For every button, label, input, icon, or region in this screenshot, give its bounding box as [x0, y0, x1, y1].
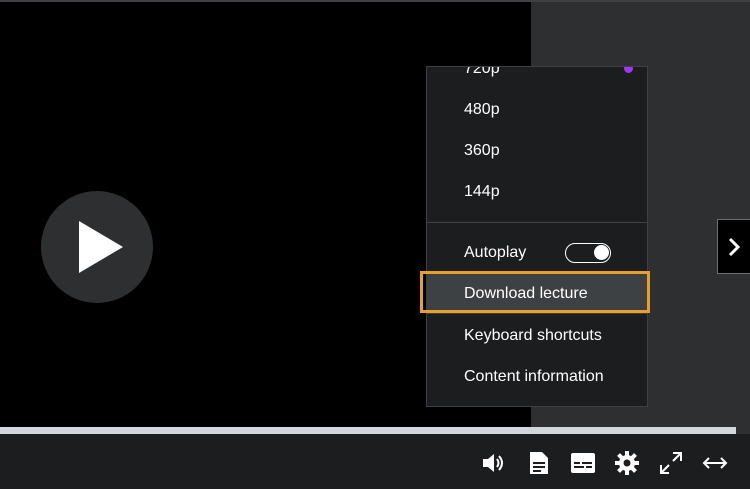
autoplay-row[interactable]: Autoplay [427, 232, 647, 273]
quality-option-480p[interactable]: 480p [427, 89, 647, 130]
download-lecture-item[interactable]: Download lecture [427, 273, 647, 314]
fullscreen-icon [660, 452, 682, 474]
control-bar [0, 438, 750, 489]
volume-icon [483, 454, 503, 472]
play-button[interactable] [41, 191, 153, 303]
captions-icon [571, 453, 595, 473]
expand-button[interactable] [702, 450, 728, 476]
transcript-icon [530, 452, 548, 474]
chevron-right-icon [728, 237, 741, 256]
captions-button[interactable] [570, 450, 596, 476]
autoplay-toggle[interactable] [565, 243, 611, 263]
quality-option-144p[interactable]: 144p [427, 171, 647, 212]
expand-icon [702, 457, 728, 469]
next-lecture-button[interactable] [717, 219, 750, 274]
menu-divider [427, 222, 647, 223]
quality-option-720p[interactable]: 720p [427, 67, 647, 89]
transcript-button[interactable] [526, 450, 552, 476]
volume-button[interactable] [481, 450, 507, 476]
gear-icon [615, 451, 639, 475]
quality-option-360p[interactable]: 360p [427, 130, 647, 171]
content-information-item[interactable]: Content information [427, 356, 647, 397]
play-icon [79, 221, 123, 273]
settings-button[interactable] [614, 450, 640, 476]
toggle-knob [594, 245, 609, 260]
settings-menu: 720p 480p 360p 144p Autoplay Download le… [426, 66, 648, 407]
progress-bar[interactable] [0, 427, 736, 434]
autoplay-label: Autoplay [464, 243, 527, 261]
fullscreen-button[interactable] [658, 450, 684, 476]
keyboard-shortcuts-item[interactable]: Keyboard shortcuts [427, 315, 647, 356]
selected-indicator [624, 67, 633, 73]
